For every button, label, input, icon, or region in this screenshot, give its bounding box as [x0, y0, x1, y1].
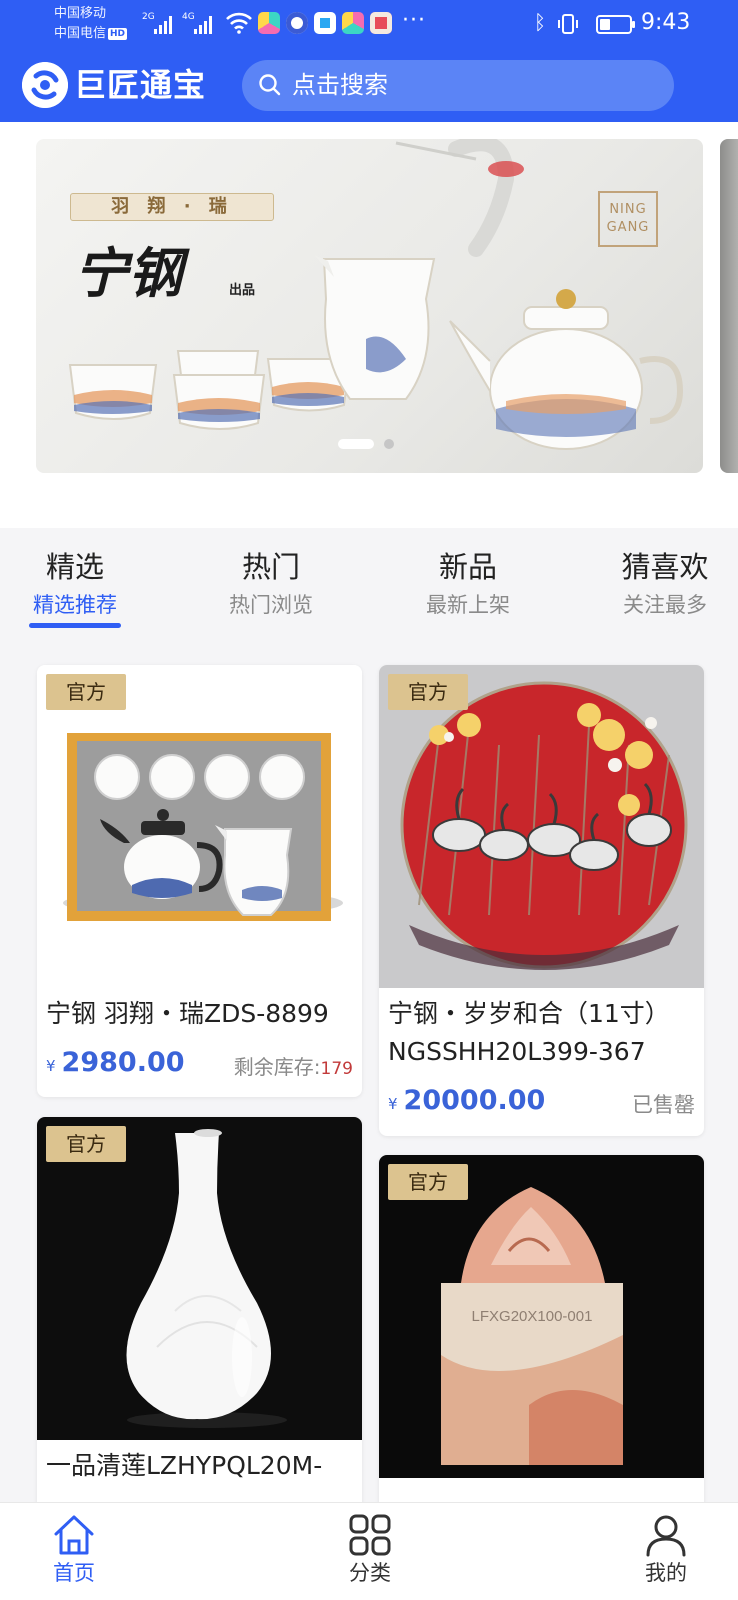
currency-symbol: ¥	[388, 1095, 398, 1113]
nav-home[interactable]: 首页	[14, 1513, 134, 1587]
notification-icons	[258, 12, 392, 34]
nav-category[interactable]: 分类	[310, 1513, 430, 1587]
brand-line-1: NING	[609, 202, 647, 217]
stock-label: 剩余库存:	[233, 1055, 321, 1079]
official-badge: 官方	[46, 1126, 126, 1162]
official-badge: 官方	[388, 1164, 468, 1200]
product-image: LFXG20X100-001	[379, 1155, 704, 1478]
seal-engraving: LFXG20X100-001	[472, 1308, 593, 1325]
home-icon	[54, 1515, 94, 1555]
search-bar[interactable]: 点击搜索	[242, 60, 674, 111]
nav-label: 首页	[53, 1561, 95, 1585]
price-value: 20000.00	[403, 1085, 546, 1116]
official-badge: 官方	[388, 674, 468, 710]
stock-info: 剩余库存:179	[234, 1051, 353, 1080]
app-name: 巨匠通宝	[74, 66, 207, 104]
tab-title: 精选	[45, 550, 104, 584]
top-bar: 中国移动 中国电信 HD 2G 4G ··· ᛒ 9:43 巨匠通宝 点击搜索	[0, 0, 738, 122]
nav-profile[interactable]: 我的	[606, 1513, 726, 1587]
signal-2-icon	[194, 16, 212, 34]
tab-subtitle: 热门浏览	[229, 593, 313, 617]
bottom-navigation: 首页 分类 我的	[0, 1502, 738, 1600]
product-image	[37, 1117, 362, 1440]
tab-title: 新品	[438, 550, 497, 584]
carrier-info: 中国移动 中国电信 HD	[54, 4, 128, 44]
stock-value: 179	[320, 1059, 353, 1079]
product-card[interactable]: 官方 宁钢 羽翔・瑞ZDS-8899 ¥2980.00 剩余库存:179	[37, 665, 362, 1097]
product-name: 宁钢 羽翔・瑞ZDS-8899	[46, 999, 329, 1028]
signal-2-label: 4G	[182, 12, 195, 22]
currency-symbol: ¥	[46, 1057, 56, 1075]
app-logo-icon	[22, 62, 68, 108]
tab-subtitle: 关注最多	[623, 593, 707, 617]
tab-featured[interactable]: 精选 精选推荐	[0, 548, 150, 628]
product-card[interactable]: LFXG20X100-001 官方	[379, 1155, 704, 1535]
banner-brand-mark: NING GANG	[598, 191, 658, 247]
user-icon	[646, 1515, 686, 1557]
carousel-dot-active[interactable]	[338, 439, 374, 449]
product-image	[37, 665, 362, 988]
search-placeholder: 点击搜索	[292, 71, 388, 99]
carrier-1: 中国移动	[54, 6, 107, 21]
more-notifications-icon: ···	[402, 8, 426, 33]
app-icon	[314, 12, 336, 34]
status-bar: 中国移动 中国电信 HD 2G 4G ··· ᛒ 9:43	[0, 0, 738, 52]
product-card[interactable]: 官方 一品清莲LZHYPQL20M-	[37, 1117, 362, 1537]
product-name-line-2: NGSSHH20L399-367	[388, 1037, 646, 1066]
app-icon	[342, 12, 364, 34]
official-badge: 官方	[46, 674, 126, 710]
next-banner-preview[interactable]	[720, 139, 738, 473]
tab-guess-like[interactable]: 猜喜欢 关注最多	[590, 548, 738, 620]
price-value: 2980.00	[61, 1047, 185, 1078]
app-icon	[258, 12, 280, 34]
nav-label: 我的	[645, 1561, 687, 1585]
tab-popular[interactable]: 热门 热门浏览	[196, 548, 346, 620]
app-icon	[370, 12, 392, 34]
banner-subtitle: 出品	[229, 283, 256, 298]
sold-out-status: 已售罄	[632, 1093, 695, 1117]
brand-line-2: GANG	[606, 220, 650, 235]
bluetooth-icon: ᛒ	[534, 10, 546, 34]
grid-icon	[349, 1514, 391, 1556]
tab-title: 热门	[241, 550, 300, 584]
app-icon	[286, 12, 308, 34]
product-image	[379, 665, 704, 988]
tab-new[interactable]: 新品 最新上架	[393, 548, 543, 620]
search-icon	[259, 74, 281, 96]
product-price: ¥20000.00	[388, 1085, 545, 1116]
carrier-2: 中国电信	[54, 26, 107, 41]
product-price: ¥2980.00	[46, 1047, 185, 1078]
nav-label: 分类	[349, 1561, 391, 1585]
signal-1-label: 2G	[142, 12, 155, 22]
tab-title: 猜喜欢	[621, 550, 709, 584]
product-name-line-1: 宁钢・岁岁和合（11寸）	[388, 999, 670, 1028]
carousel-dot[interactable]	[384, 439, 394, 449]
signal-1-icon	[154, 16, 172, 34]
hd-badge: HD	[108, 27, 128, 40]
vibrate-icon	[558, 14, 578, 34]
tab-subtitle: 精选推荐	[33, 593, 117, 617]
banner-signature: 宁钢	[74, 241, 182, 305]
banner-carousel[interactable]: 羽 翔 · 瑞 宁钢 出品 NING GANG	[36, 139, 703, 473]
carousel-indicator	[338, 439, 394, 449]
product-card[interactable]: 官方 宁钢・岁岁和合（11寸） NGSSHH20L399-367 ¥20000.…	[379, 665, 704, 1136]
wifi-icon	[226, 12, 252, 34]
banner-plaque: 羽 翔 · 瑞	[70, 193, 274, 221]
product-name: 一品清莲LZHYPQL20M-	[46, 1451, 323, 1480]
battery-icon	[596, 15, 635, 34]
tab-active-indicator	[29, 623, 121, 628]
tab-subtitle: 最新上架	[426, 593, 510, 617]
category-tabs: 精选 精选推荐 热门 热门浏览 新品 最新上架 猜喜欢 关注最多	[0, 528, 738, 638]
status-time: 9:43	[641, 10, 691, 35]
